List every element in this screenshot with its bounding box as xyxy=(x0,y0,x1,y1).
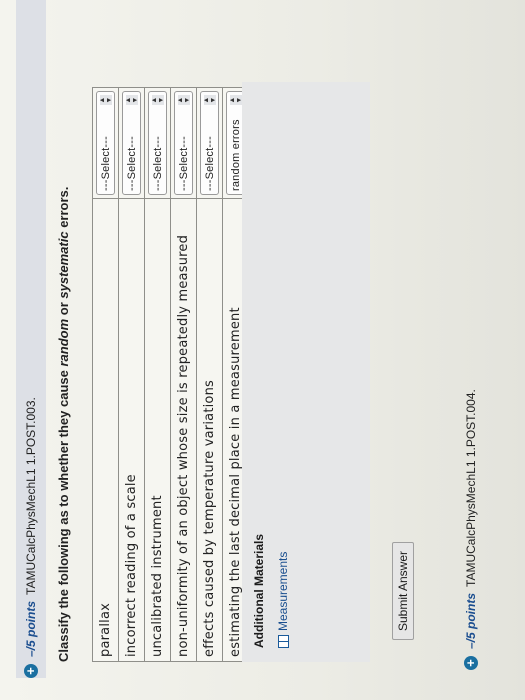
prompt-text-3: errors. xyxy=(56,186,71,232)
chevron-updown-icon: ▲ ▼ xyxy=(98,95,113,105)
measurements-link-label: Measurements xyxy=(276,551,290,631)
prompt-random: random xyxy=(56,318,71,367)
chevron-updown-icon: ▲ ▼ xyxy=(124,95,139,105)
classification-table: parallax ---Select--- ▲ ▼ incorrect readin… xyxy=(92,87,249,662)
select-value: random errors xyxy=(229,119,242,191)
select-value: ---Select--- xyxy=(203,136,216,191)
row-label: incorrect reading of a scale xyxy=(118,198,145,662)
measurements-link[interactable]: Measurements xyxy=(276,552,290,648)
table-row: effects caused by temperature variations… xyxy=(196,87,223,662)
chevron-updown-icon: ▲ ▼ xyxy=(176,95,191,105)
question-header: + –/5 points TAMUCalcPhysMechL1 1.POST.0… xyxy=(16,0,46,678)
question-id: TAMUCalcPhysMechL1 1.POST.003. xyxy=(24,397,38,595)
question-id: TAMUCalcPhysMechL1 1.POST.004. xyxy=(464,389,478,587)
select-value: ---Select--- xyxy=(177,136,190,191)
prompt-systematic: systematic xyxy=(56,231,71,299)
error-type-select[interactable]: ---Select--- ▲ ▼ xyxy=(174,91,193,195)
row-label: parallax xyxy=(92,198,119,662)
prompt-text-2: or xyxy=(56,298,71,319)
additional-materials-title: Additional Materials xyxy=(252,533,266,648)
points-label: –/5 points xyxy=(24,600,38,657)
table-row: non-uniformity of an object whose size i… xyxy=(170,87,197,662)
assignment-page: + –/5 points TAMUCalcPhysMechL1 1.POST.0… xyxy=(0,0,525,700)
chevron-updown-icon: ▲ ▼ xyxy=(202,95,217,105)
row-label: uncalibrated instrument xyxy=(144,198,171,662)
table-row: parallax ---Select--- ▲ ▼ xyxy=(92,87,119,662)
chevron-updown-icon: ▲ ▼ xyxy=(228,95,243,105)
error-type-select[interactable]: ---Select--- ▲ ▼ xyxy=(200,91,219,195)
select-value: ---Select--- xyxy=(125,136,138,191)
row-label: effects caused by temperature variations xyxy=(196,198,223,662)
chevron-updown-icon: ▲ ▼ xyxy=(150,95,165,105)
table-row: incorrect reading of a scale ---Select--… xyxy=(118,87,145,662)
row-label: non-uniformity of an object whose size i… xyxy=(170,198,197,662)
next-question-header: + –/5 points TAMUCalcPhysMechL1 1.POST.0… xyxy=(463,389,478,670)
error-type-select[interactable]: ---Select--- ▲ ▼ xyxy=(96,91,115,195)
points-label: –/5 points xyxy=(464,592,478,649)
question-prompt: Classify the following as to whether the… xyxy=(56,187,71,662)
book-icon xyxy=(277,635,289,648)
select-value: ---Select--- xyxy=(99,136,112,191)
table-row: uncalibrated instrument ---Select--- ▲ ▼ xyxy=(144,87,171,662)
prompt-text-1: Classify the following as to whether the… xyxy=(56,366,71,662)
error-type-select[interactable]: ---Select--- ▲ ▼ xyxy=(122,91,141,195)
error-type-select[interactable]: ---Select--- ▲ ▼ xyxy=(148,91,167,195)
expand-icon[interactable]: + xyxy=(463,656,478,670)
submit-answer-button[interactable]: Submit Answer xyxy=(392,542,414,640)
expand-icon[interactable]: + xyxy=(23,664,38,678)
select-value: ---Select--- xyxy=(151,136,164,191)
additional-materials-panel: Additional Materials Measurements xyxy=(242,82,370,662)
